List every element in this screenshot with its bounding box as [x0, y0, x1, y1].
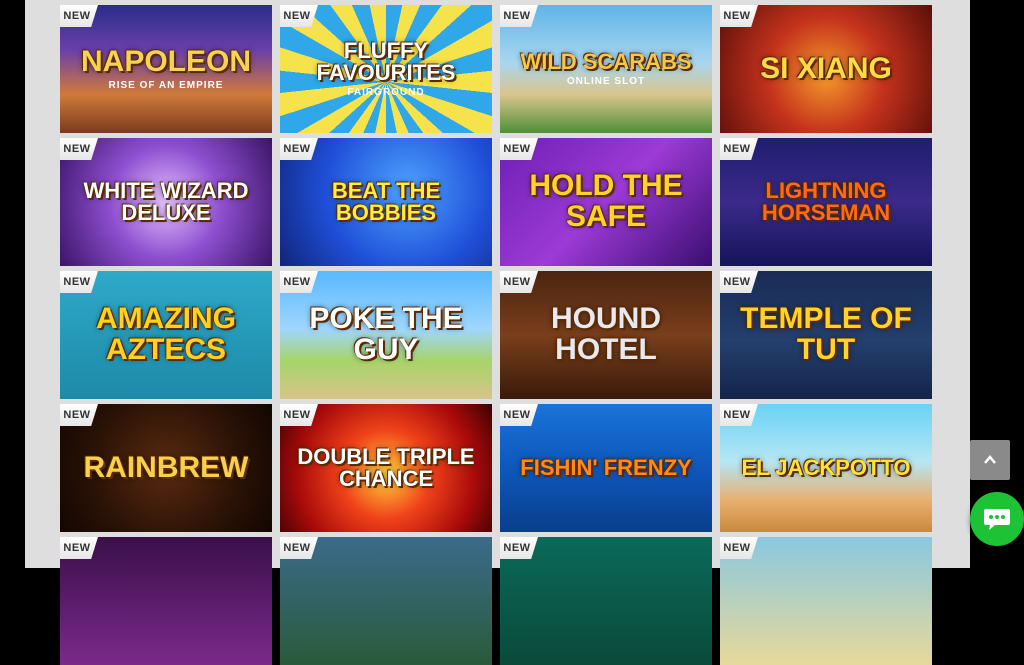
- game-tile[interactable]: NEW NAPOLEON RISE OF AN EMPIRE: [60, 5, 272, 133]
- game-grid: NEW NAPOLEON RISE OF AN EMPIRE NEW Fluffy Fa…: [60, 5, 932, 665]
- game-subtitle: ONLINE SLOT: [566, 76, 646, 88]
- game-title: Double TRIPLE CHANCE: [297, 443, 475, 491]
- game-tile[interactable]: NEW White Wizard Deluxe: [60, 138, 272, 266]
- new-badge: NEW: [60, 271, 98, 293]
- scroll-to-top-button[interactable]: [970, 440, 1010, 480]
- game-title: BEAT THE BOBBIES: [331, 177, 441, 225]
- game-title: WILD SCARABS: [520, 48, 692, 74]
- game-tile[interactable]: NEW WILD SCARABS ONLINE SLOT: [500, 5, 712, 133]
- game-tile[interactable]: NEW: [500, 537, 712, 665]
- game-tile[interactable]: NEW Fluffy Favourites FAIRGROUND: [280, 5, 492, 133]
- new-badge: NEW: [500, 138, 538, 160]
- new-badge: NEW: [500, 404, 538, 426]
- new-badge: NEW: [720, 138, 758, 160]
- game-tile[interactable]: NEW: [720, 537, 932, 665]
- game-title: EL JACKPOTTO: [741, 454, 911, 480]
- game-tile[interactable]: NEW: [60, 537, 272, 665]
- game-title: RAINBREW: [83, 450, 249, 484]
- new-badge: NEW: [280, 138, 318, 160]
- new-badge: NEW: [720, 271, 758, 293]
- right-gutter: [970, 0, 1024, 568]
- game-title: Fluffy Favourites: [316, 37, 456, 85]
- game-title: TEMPLE OF TUT: [740, 302, 912, 366]
- game-tile[interactable]: NEW HOLD THE SAFE: [500, 138, 712, 266]
- new-badge: NEW: [60, 5, 98, 27]
- new-badge: NEW: [60, 138, 98, 160]
- game-tile[interactable]: NEW TEMPLE OF TUT: [720, 271, 932, 399]
- game-title: White Wizard Deluxe: [83, 177, 249, 225]
- new-badge: NEW: [280, 271, 318, 293]
- new-badge: NEW: [500, 5, 538, 27]
- new-badge: NEW: [720, 5, 758, 27]
- game-title: LIGHTNING HORSEMAN: [761, 177, 891, 225]
- game-title: HOLD THE SAFE: [529, 169, 683, 233]
- game-tile[interactable]: NEW POKE THE GUY: [280, 271, 492, 399]
- game-title: FISHIN' FRENZY: [520, 454, 692, 480]
- game-title: AMAZING AZTECS: [96, 302, 236, 366]
- chat-bubble-icon: [984, 509, 1010, 530]
- game-tile[interactable]: NEW LIGHTNING HORSEMAN: [720, 138, 932, 266]
- new-badge: NEW: [60, 537, 98, 559]
- new-badge: NEW: [500, 537, 538, 559]
- new-badge: NEW: [280, 537, 318, 559]
- game-tile[interactable]: NEW SI XIANG: [720, 5, 932, 133]
- new-badge: NEW: [500, 271, 538, 293]
- game-tile[interactable]: NEW FISHIN' FRENZY: [500, 404, 712, 532]
- new-badge: NEW: [720, 537, 758, 559]
- new-badge: NEW: [60, 404, 98, 426]
- new-badge: NEW: [720, 404, 758, 426]
- game-tile[interactable]: NEW BEAT THE BOBBIES: [280, 138, 492, 266]
- game-tile[interactable]: NEW: [280, 537, 492, 665]
- game-tile[interactable]: NEW Double TRIPLE CHANCE: [280, 404, 492, 532]
- game-subtitle: FAIRGROUND: [347, 87, 425, 99]
- game-title: POKE THE GUY: [309, 302, 463, 366]
- new-badge: NEW: [280, 5, 318, 27]
- game-title: NAPOLEON: [80, 44, 251, 78]
- game-title: HOUND HOTEL: [551, 302, 661, 366]
- game-subtitle: RISE OF AN EMPIRE: [108, 80, 224, 92]
- live-chat-button[interactable]: [970, 492, 1024, 546]
- chevron-up-icon: [984, 455, 996, 464]
- game-tile[interactable]: NEW RAINBREW: [60, 404, 272, 532]
- new-badge: NEW: [280, 404, 318, 426]
- game-tile[interactable]: NEW AMAZING AZTECS: [60, 271, 272, 399]
- game-tile[interactable]: NEW EL JACKPOTTO: [720, 404, 932, 532]
- game-tile[interactable]: NEW HOUND HOTEL: [500, 271, 712, 399]
- game-title: SI XIANG: [760, 51, 892, 85]
